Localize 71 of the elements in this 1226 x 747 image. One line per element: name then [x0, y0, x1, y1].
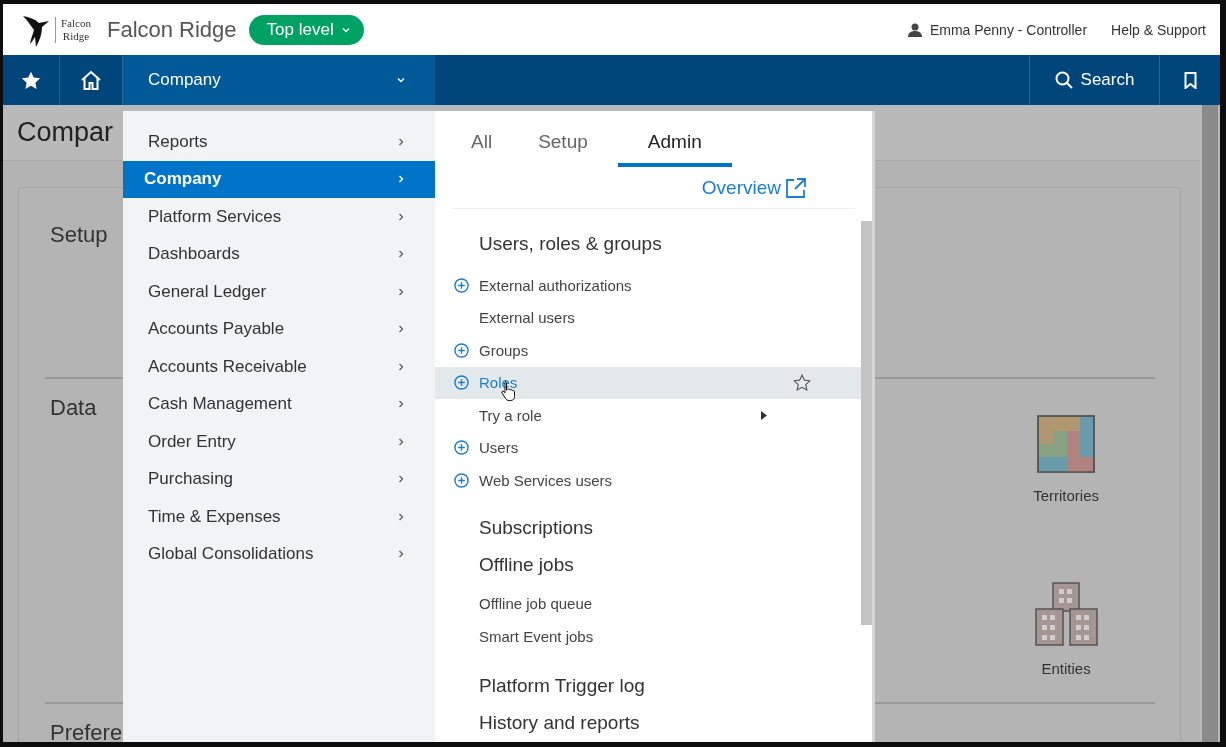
buildings-icon — [1034, 582, 1098, 646]
chevron-icon — [397, 400, 405, 409]
module-menu-item[interactable]: General Ledger — [123, 273, 435, 311]
scrollbar-thumb[interactable] — [861, 221, 872, 625]
chevron-icon — [397, 362, 405, 371]
module-menu-item[interactable]: Cash Management — [123, 385, 435, 423]
module-menu-item[interactable]: Accounts Receivable — [123, 348, 435, 386]
plus-circle-icon — [454, 375, 469, 391]
menu-item[interactable]: Smart Event jobs — [435, 620, 861, 653]
search-icon — [1054, 71, 1073, 89]
menu-item[interactable]: Try a role — [435, 399, 861, 432]
map-tiles-icon — [1037, 415, 1096, 473]
section-heading: Prefere — [50, 720, 123, 742]
module-menu-item[interactable]: Company — [123, 160, 435, 198]
home-icon — [80, 70, 102, 90]
module-menu-item[interactable]: Reports — [123, 123, 435, 161]
menu-item[interactable]: Groups — [435, 334, 861, 367]
chevron-icon — [397, 475, 405, 484]
chevron-icon — [397, 437, 405, 446]
page-title: Compar — [17, 117, 114, 148]
chevron-icon — [397, 550, 405, 559]
menu-tab[interactable]: Admin — [617, 131, 732, 167]
bookmark-icon — [1183, 71, 1197, 89]
module-menu-item[interactable]: Time & Expenses — [123, 498, 435, 536]
section-heading: Data — [50, 395, 97, 421]
star-outline-icon — [793, 374, 811, 392]
tile-label: Entities — [1041, 660, 1091, 677]
chevron-icon — [397, 175, 405, 184]
plus-circle-icon — [454, 342, 469, 358]
chevron-icon — [397, 76, 405, 84]
module-menu-item[interactable]: Purchasing — [123, 460, 435, 498]
external-link-icon — [785, 177, 807, 199]
menu-item[interactable]: Offline job queue — [435, 587, 861, 620]
star-icon — [21, 70, 41, 90]
menu-tab[interactable]: All — [455, 131, 509, 167]
module-menu-item[interactable]: Global Consolidations — [123, 535, 435, 573]
chevron-icon — [397, 512, 405, 521]
plus-circle-icon — [454, 440, 469, 456]
person-icon — [907, 22, 922, 37]
module-menu-item[interactable]: Dashboards — [123, 235, 435, 273]
logo-text: Falcon Ridge — [55, 16, 91, 43]
menu-item[interactable]: External users — [435, 301, 861, 334]
module-dropdown[interactable]: Company — [123, 55, 435, 105]
caret-icon — [761, 410, 767, 420]
menu-group-heading: History and reports — [478, 711, 641, 735]
chevron-icon — [397, 325, 405, 334]
menu-tab[interactable]: Setup — [522, 131, 604, 167]
menu-item[interactable]: Web Services users — [435, 464, 861, 497]
company-name: Falcon Ridge — [106, 16, 237, 43]
module-menu-item[interactable]: Order Entry — [123, 423, 435, 461]
tile-label: Territories — [1033, 487, 1099, 504]
search-button[interactable]: Search — [1029, 55, 1160, 105]
menu-group-heading: Subscriptions — [478, 516, 595, 540]
scrollbar-thumb[interactable] — [1202, 105, 1218, 742]
module-menu-item[interactable]: Accounts Payable — [123, 310, 435, 348]
menu-group-heading: Platform Trigger log — [478, 674, 646, 698]
chevron-icon — [341, 25, 350, 34]
menu-item[interactable]: External authorizations — [435, 269, 861, 302]
menu-group-heading: Users, roles & groups — [478, 233, 663, 256]
menu-group-heading: Offline jobs — [478, 553, 575, 577]
overview-link[interactable]: Overview — [701, 177, 807, 201]
module-menu-item[interactable]: Platform Services — [123, 198, 435, 236]
plus-circle-icon — [454, 472, 469, 488]
chevron-icon — [397, 250, 405, 259]
chevron-icon — [397, 212, 405, 221]
section-heading: Setup — [50, 222, 108, 248]
plus-circle-icon — [454, 277, 469, 293]
chevron-icon — [397, 137, 405, 146]
menu-item[interactable]: Users — [435, 431, 861, 464]
help-link[interactable]: Help & Support — [1111, 21, 1206, 38]
chevron-icon — [397, 287, 405, 296]
